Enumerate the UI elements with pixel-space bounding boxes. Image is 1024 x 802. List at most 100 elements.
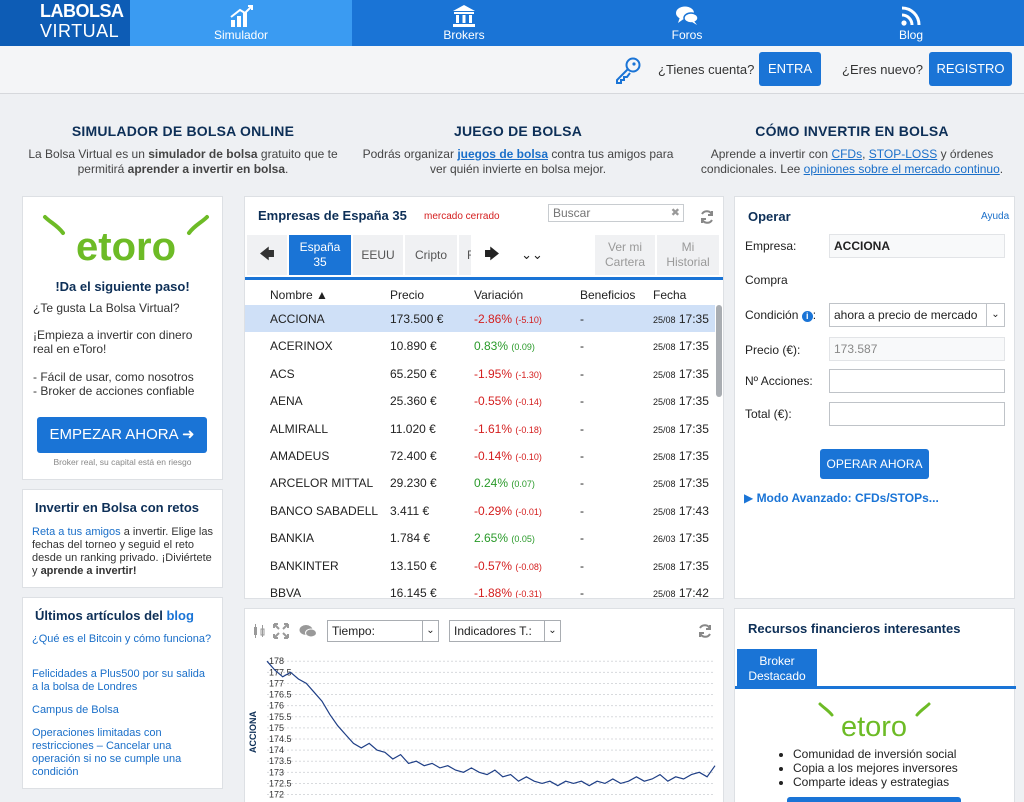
chevron-down-icon: ⌄ <box>986 304 1004 326</box>
row-date: 25/08 17:35 <box>653 339 709 354</box>
article-link-2[interactable]: Felicidades a Plus500 por su salida a la… <box>32 668 212 694</box>
row-variation: -1.61% (-0.18) <box>474 421 542 436</box>
chevron-down-icon: ⌄ <box>544 621 560 641</box>
stoploss-link[interactable]: STOP-LOSS <box>869 147 937 161</box>
table-scrollbar[interactable] <box>716 305 722 397</box>
table-row[interactable]: BANCO SABADELL 3.411 € -0.29% (-0.01) - 25/0… <box>245 497 715 524</box>
tab-next-arrow[interactable]: 🡆 <box>473 235 511 275</box>
table-row[interactable]: ALMIRALL 11.020 € -1.61% (-0.18) - 25/08 17:… <box>245 415 715 442</box>
indicadores-select[interactable]: Indicadores T.: ⌄ <box>449 620 561 642</box>
row-benefits: - <box>580 503 584 518</box>
table-row[interactable]: ACERINOX 10.890 € 0.83% (0.09) - 25/08 17:35 <box>245 332 715 359</box>
chart-ytick-label: 177 <box>269 678 284 688</box>
clear-search-icon[interactable]: ✖ <box>671 206 680 219</box>
nav-blog-label: Blog <box>898 28 924 42</box>
tab-espana35[interactable]: España 35 <box>289 235 351 275</box>
cfds-link[interactable]: CFDs <box>831 147 862 161</box>
condition-select[interactable]: ahora a precio de mercado ⌄ <box>829 303 1005 327</box>
opiniones-link[interactable]: opiniones sobre el mercado continuo <box>804 162 1000 176</box>
article-link-3[interactable]: Campus de Bolsa <box>32 704 212 717</box>
register-button[interactable]: REGISTRO <box>929 52 1012 86</box>
etoro-logo-small[interactable]: etoro <box>817 701 932 743</box>
new-user-text: ¿Eres nuevo? <box>842 62 923 77</box>
etoro-logo[interactable]: etoro <box>41 213 211 269</box>
table-row[interactable]: BANKIA 1.784 € 2.65% (0.05) - 26/03 17:35 <box>245 524 715 551</box>
row-benefits: - <box>580 586 584 599</box>
table-row[interactable]: ACS 65.250 € -1.95% (-1.30) - 25/08 17:35 <box>245 360 715 387</box>
resources-cta-button[interactable] <box>787 797 961 802</box>
table-row[interactable]: BBVA 16.145 € -1.88% (-0.31) - 25/08 17:42 <box>245 579 715 599</box>
nav-simulador[interactable]: Simulador <box>130 0 352 46</box>
tabs-underline <box>245 277 723 280</box>
tiempo-select[interactable]: Tiempo: ⌄ <box>327 620 439 642</box>
info-icon[interactable]: i <box>801 311 813 322</box>
search-input[interactable] <box>549 205 665 221</box>
login-button[interactable]: ENTRA <box>759 52 821 86</box>
price-line <box>266 660 716 787</box>
table-row[interactable]: ACCIONA 173.500 € -2.86% (-5.10) - 25/08 17:… <box>245 305 715 332</box>
row-price: 173.500 € <box>390 312 444 326</box>
etoro-pitch: ¡Empieza a invertir con dinero real en e… <box>33 328 193 356</box>
header-variation[interactable]: Variación <box>474 288 523 302</box>
refresh-icon[interactable] <box>699 209 715 225</box>
tab-cripto[interactable]: Cripto <box>405 235 457 275</box>
row-name: ARCELOR MITTAL <box>270 476 374 491</box>
row-name: BANKINTER <box>270 558 339 573</box>
tab-eeuu[interactable]: EEUU <box>353 235 403 275</box>
shares-label: Nº Acciones: <box>745 374 813 388</box>
row-date: 25/08 17:35 <box>653 312 709 326</box>
site-logo[interactable]: LABOLSA VIRTUAL <box>0 0 130 46</box>
retos-link[interactable]: Reta a tus amigos <box>32 526 121 538</box>
tab-prev-arrow[interactable]: 🡄 <box>247 235 287 275</box>
price-chart[interactable]: 178177.5177 176.5176175.5175174.5174173.5… <box>245 653 723 802</box>
etoro-ad-card: etoro !Da el siguiente paso! ¿Te gusta L… <box>22 196 223 480</box>
rss-icon <box>901 6 921 26</box>
row-benefits: - <box>580 339 584 354</box>
nav-brokers[interactable]: Brokers <box>352 0 576 46</box>
row-benefits: - <box>580 421 584 436</box>
row-price: 11.020 € <box>390 421 436 436</box>
advanced-mode-link[interactable]: ▶ Modo Avanzado: CFDs/STOPs... <box>744 491 939 505</box>
shares-input[interactable] <box>829 369 1005 393</box>
nav-blog[interactable]: Blog <box>798 0 1024 46</box>
tab-broker-destacado[interactable]: Broker Destacado <box>737 649 817 689</box>
candlestick-icon[interactable] <box>251 623 267 639</box>
chart-refresh-icon[interactable] <box>697 623 713 639</box>
help-link[interactable]: Ayuda <box>981 211 1009 222</box>
article-link-4[interactable]: Operaciones limitadas con restricciones … <box>32 727 212 779</box>
header-date[interactable]: Fecha <box>653 288 686 302</box>
etoro-bullet2: - Broker de acciones confiable <box>33 384 195 398</box>
header-benefits[interactable]: Beneficios <box>580 288 635 302</box>
comments-icon[interactable] <box>299 623 317 639</box>
etoro-question: ¿Te gusta La Bolsa Virtual? <box>33 301 180 315</box>
row-variation: -0.14% (-0.10) <box>474 449 542 463</box>
tab-ver-cartera[interactable]: Ver mi Cartera <box>595 235 655 275</box>
row-name: BANCO SABADELL <box>270 503 379 518</box>
intro-juego-title: JUEGO DE BOLSA <box>453 123 583 139</box>
total-input[interactable] <box>829 402 1005 426</box>
header-name[interactable]: Nombre ▲ <box>270 288 328 302</box>
chart-ytick-label: 177.5 <box>269 667 292 677</box>
table-row[interactable]: AENA 25.360 € -0.55% (-0.14) - 25/08 17:35 <box>245 387 715 414</box>
table-row[interactable]: AMADEUS 72.400 € -0.14% (-0.10) - 25/08 17:3… <box>245 442 715 469</box>
nav-foros[interactable]: Foros <box>576 0 798 46</box>
resources-item: Copia a los mejores inversores <box>793 761 958 775</box>
chevron-down-icon: ⌄ <box>422 621 438 641</box>
article-link-1[interactable]: ¿Qué es el Bitcoin y cómo funciona? <box>32 633 212 646</box>
table-row[interactable]: BANKINTER 13.150 € -0.57% (-0.08) - 25/08 17… <box>245 552 715 579</box>
submit-order-button[interactable]: OPERAR AHORA <box>820 449 929 479</box>
tab-f[interactable]: F <box>459 235 471 275</box>
etoro-cta-button[interactable]: EMPEZAR AHORA ➜ <box>37 417 207 453</box>
tab-expand-icon[interactable]: ⌄⌄ <box>513 235 551 275</box>
chart-panel: Tiempo: ⌄ Indicadores T.: ⌄ 178 177.5 177 176… <box>244 608 724 802</box>
juegos-link[interactable]: juegos de bolsa <box>457 147 548 161</box>
header-price[interactable]: Precio <box>390 288 424 302</box>
intro-juego: JUEGO DE BOLSA Podrás organizar juegos d… <box>355 123 681 177</box>
tab-mi-historial[interactable]: Mi Historial <box>657 235 719 275</box>
table-row[interactable]: ARCELOR MITTAL 29.230 € 0.24% (0.07) - 25/08… <box>245 469 715 496</box>
row-benefits: - <box>580 531 584 546</box>
row-variation: 0.83% (0.09) <box>474 339 535 354</box>
nav-foros-label: Foros <box>671 28 703 42</box>
row-name: ACCIONA <box>270 312 325 326</box>
fullscreen-icon[interactable] <box>273 623 289 639</box>
